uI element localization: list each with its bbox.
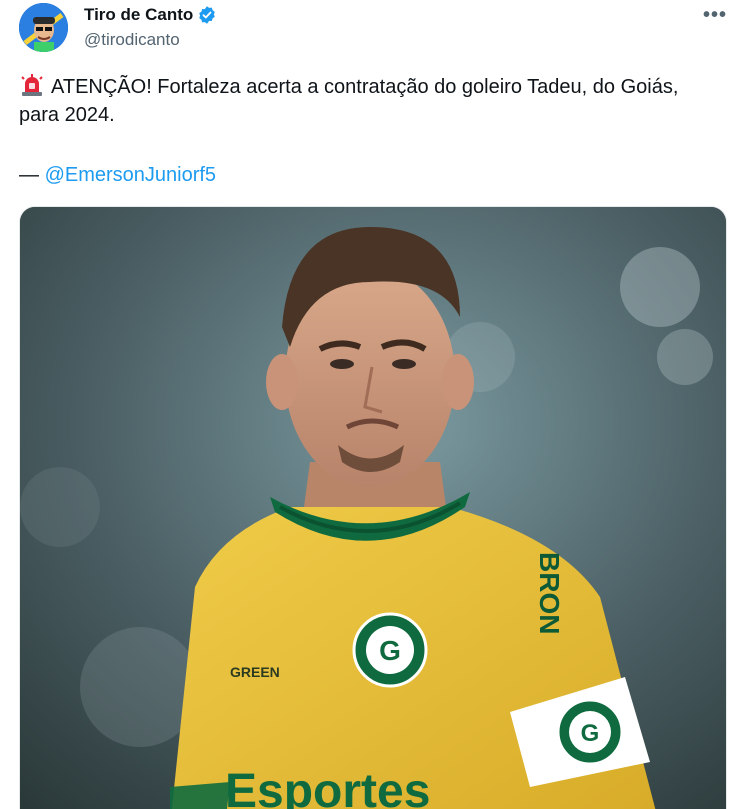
author-handle[interactable]: @tirodicanto — [84, 29, 180, 51]
tweet: Tiro de Canto @tirodicanto ••• ATENÇÃO! … — [0, 0, 745, 809]
player-photo: G GREEN BRON G Esportes — [20, 207, 726, 809]
siren-emoji-icon — [19, 74, 45, 96]
tweet-credit: — @EmersonJuniorf5 — [19, 161, 216, 189]
author-display-name[interactable]: Tiro de Canto — [84, 4, 193, 26]
tweet-text-line-2: para 2024. — [19, 104, 115, 126]
shirt-sponsor-text: Esportes — [225, 765, 430, 809]
svg-text:G: G — [379, 635, 401, 666]
more-options-icon[interactable]: ••• — [700, 2, 730, 28]
tweet-text-line-1-content: ATENÇÃO! Fortaleza acerta a contratação … — [51, 76, 679, 98]
credit-prefix: — — [19, 164, 45, 186]
avatar-image — [19, 3, 68, 52]
author-name-row: Tiro de Canto — [84, 4, 217, 26]
mention-link[interactable]: @EmersonJuniorf5 — [45, 164, 216, 186]
tweet-text: ATENÇÃO! Fortaleza acerta a contratação … — [19, 73, 731, 129]
tweet-photo[interactable]: G GREEN BRON G Esportes — [19, 206, 727, 809]
author-avatar[interactable] — [19, 3, 68, 52]
shirt-brand-text: GREEN — [230, 664, 280, 680]
verified-badge-icon — [197, 5, 217, 25]
svg-text:BRON: BRON — [534, 552, 565, 634]
svg-text:G: G — [581, 720, 600, 747]
tweet-text-line-1: ATENÇÃO! Fortaleza acerta a contratação … — [19, 73, 731, 101]
